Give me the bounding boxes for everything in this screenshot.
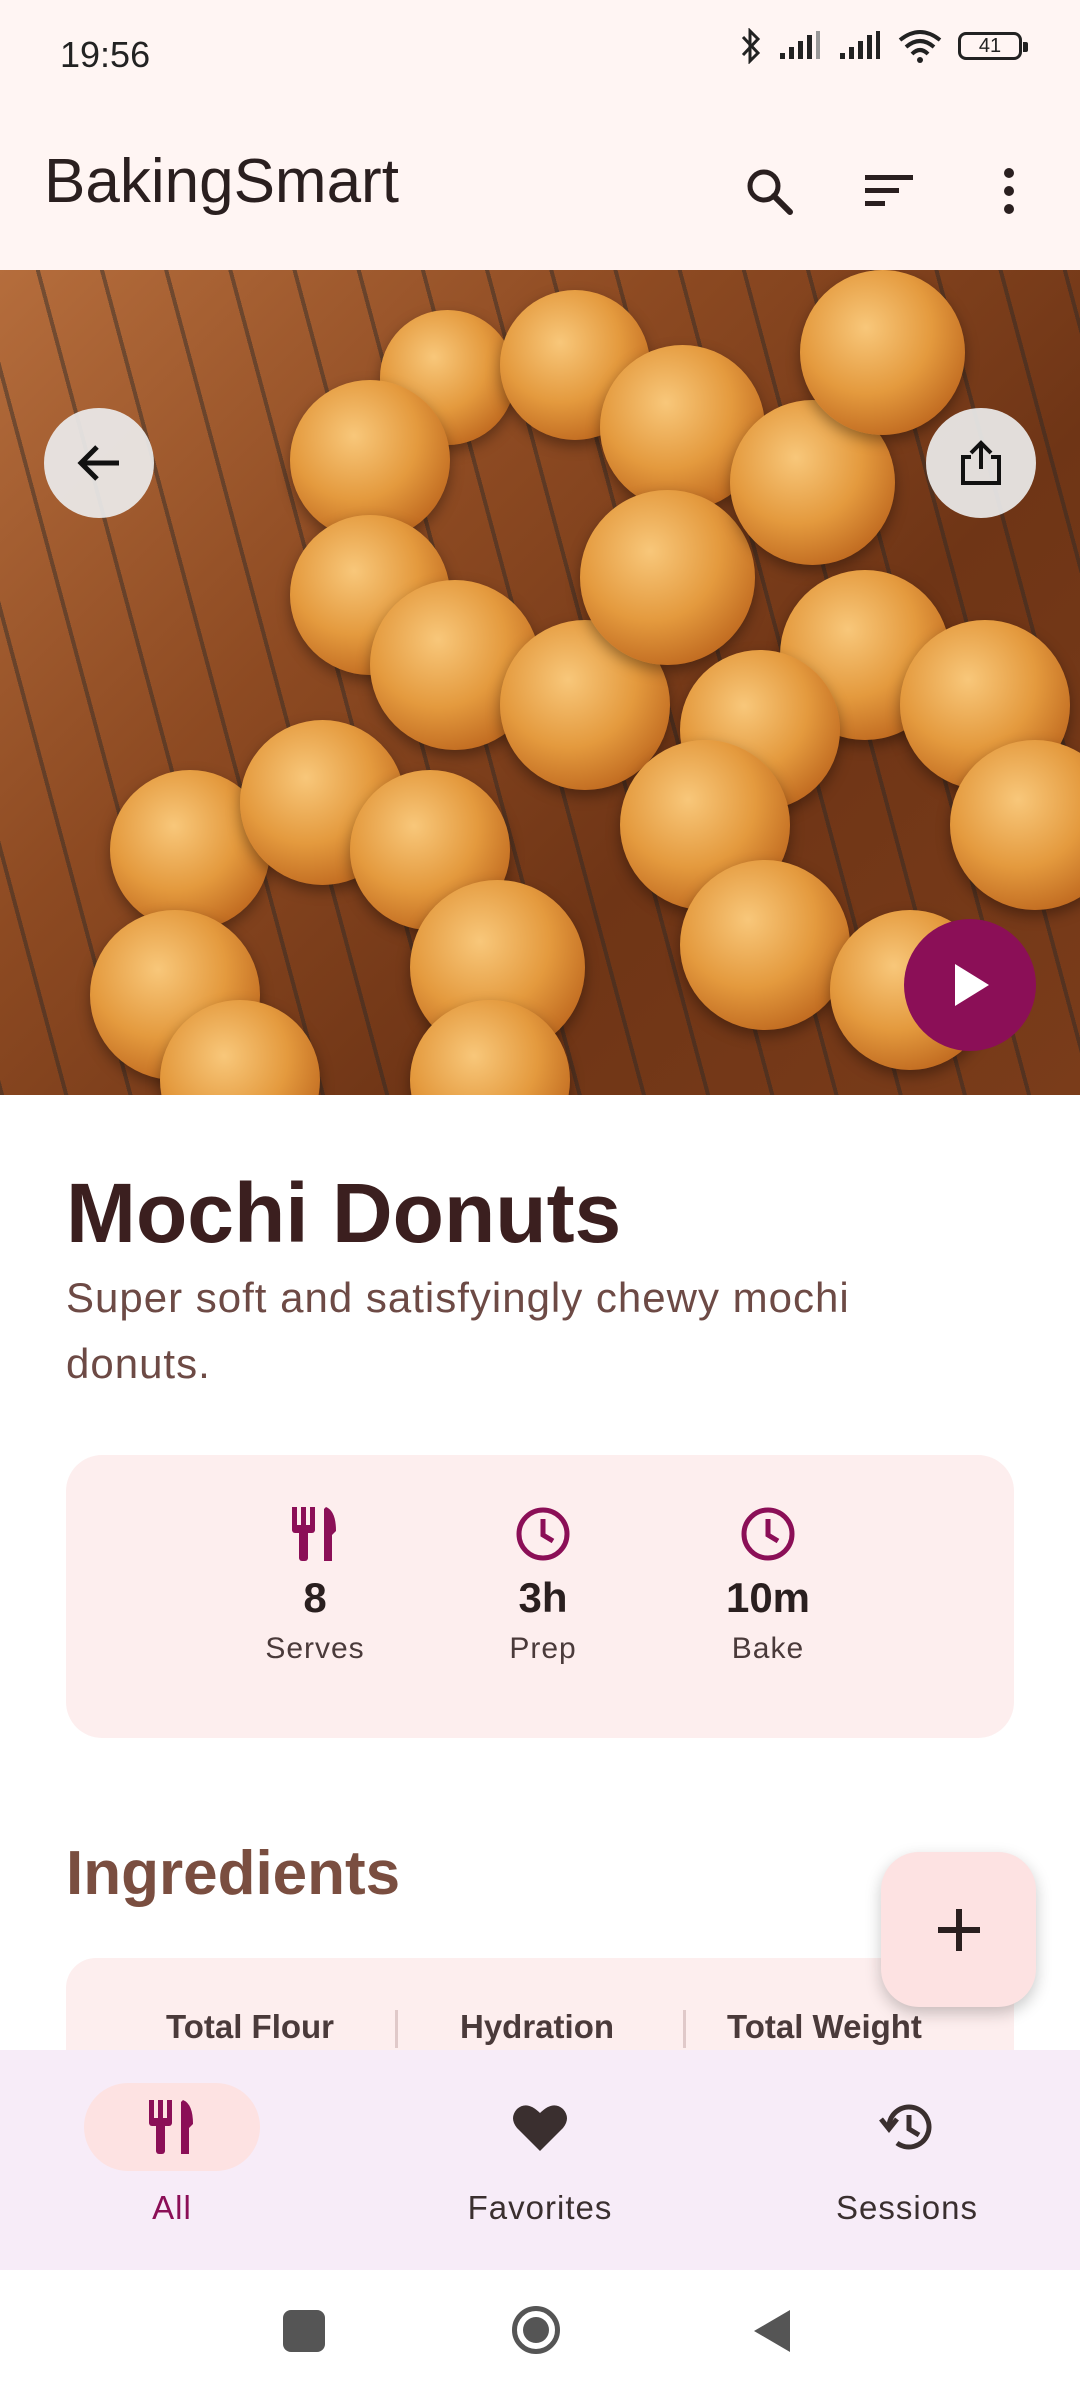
heart-icon bbox=[513, 2105, 567, 2151]
utensils-icon bbox=[149, 2100, 193, 2154]
column-divider bbox=[395, 2010, 398, 2048]
ingredients-heading: Ingredients bbox=[66, 1839, 401, 1908]
nav-label: Sessions bbox=[836, 2189, 978, 2226]
clock-icon bbox=[741, 1507, 795, 1561]
column-divider bbox=[683, 2010, 686, 2048]
system-navigation-bar bbox=[0, 2270, 1080, 2400]
ingredients-column-header: Total Flour bbox=[166, 2008, 335, 2045]
recipe-title: Mochi Donuts bbox=[66, 1166, 622, 1260]
bluetooth-icon bbox=[741, 28, 761, 64]
donut-image-detail bbox=[800, 270, 965, 435]
stat-value: 3h bbox=[518, 1574, 568, 1621]
stat-serves: 8 Serves bbox=[215, 1505, 415, 1666]
share-button[interactable] bbox=[926, 408, 1036, 518]
search-icon bbox=[747, 169, 793, 215]
stat-prep: 3h Prep bbox=[443, 1505, 643, 1666]
bottom-navigation: All Favorites Sessions bbox=[0, 2050, 1080, 2270]
recipe-stats-card: 8 Serves 3h Prep 10m Bake bbox=[66, 1455, 1014, 1738]
nav-icon-container bbox=[452, 2083, 628, 2171]
home-dot bbox=[523, 2317, 549, 2343]
signal-icon bbox=[780, 31, 820, 59]
app-title: BakingSmart bbox=[44, 147, 399, 216]
history-icon bbox=[879, 2104, 932, 2150]
home-button[interactable] bbox=[512, 2306, 560, 2354]
add-icon bbox=[937, 1908, 980, 1951]
donut-image-detail bbox=[680, 860, 850, 1030]
donut-image-detail bbox=[580, 490, 755, 665]
wifi-icon bbox=[898, 30, 942, 63]
app-bar: BakingSmart bbox=[0, 110, 1080, 270]
play-icon bbox=[955, 964, 989, 1006]
nav-item-favorites[interactable]: Favorites bbox=[415, 2083, 665, 2227]
ingredients-column-header: Total Weight bbox=[727, 2008, 922, 2045]
signal-icon bbox=[840, 31, 880, 59]
status-icons: 41 bbox=[740, 28, 1028, 64]
sort-button[interactable] bbox=[848, 150, 930, 232]
stat-label: Bake bbox=[731, 1632, 805, 1665]
more-options-button[interactable] bbox=[968, 150, 1050, 232]
utensils-icon bbox=[292, 1507, 336, 1561]
search-button[interactable] bbox=[728, 150, 810, 232]
nav-active-indicator bbox=[84, 2083, 260, 2171]
back-arrow-icon bbox=[77, 445, 119, 481]
play-video-button[interactable] bbox=[904, 919, 1036, 1051]
add-fab-button[interactable] bbox=[881, 1852, 1036, 2007]
back-button[interactable] bbox=[44, 408, 154, 518]
stat-label: Prep bbox=[509, 1632, 577, 1665]
status-time: 19:56 bbox=[60, 34, 151, 75]
clock-icon bbox=[516, 1507, 570, 1561]
sort-icon bbox=[865, 175, 913, 206]
back-nav-icon[interactable] bbox=[750, 2308, 794, 2354]
ingredients-summary-card: Total Flour Hydration Total Weight bbox=[66, 1958, 1014, 2058]
stat-value: 8 bbox=[303, 1574, 327, 1621]
nav-label: All bbox=[152, 2189, 192, 2226]
nav-label: Favorites bbox=[467, 2189, 613, 2226]
nav-item-sessions[interactable]: Sessions bbox=[782, 2083, 1032, 2227]
status-bar: 19:56 41 bbox=[0, 0, 1080, 110]
recipe-description: Super soft and satisfyingly chewy mochi … bbox=[66, 1274, 850, 1387]
recipe-hero-image bbox=[0, 270, 1080, 1095]
stat-bake: 10m Bake bbox=[668, 1505, 868, 1666]
share-icon bbox=[961, 440, 1001, 485]
stat-label: Serves bbox=[265, 1632, 365, 1665]
nav-icon-container bbox=[819, 2083, 995, 2171]
stat-value: 10m bbox=[725, 1574, 811, 1621]
more-vert-icon bbox=[1004, 168, 1014, 214]
recents-button[interactable] bbox=[283, 2310, 325, 2352]
battery-icon: 41 bbox=[958, 32, 1028, 60]
app-actions bbox=[728, 150, 1050, 232]
nav-item-all[interactable]: All bbox=[47, 2083, 297, 2227]
ingredients-column-header: Hydration bbox=[460, 2008, 615, 2045]
